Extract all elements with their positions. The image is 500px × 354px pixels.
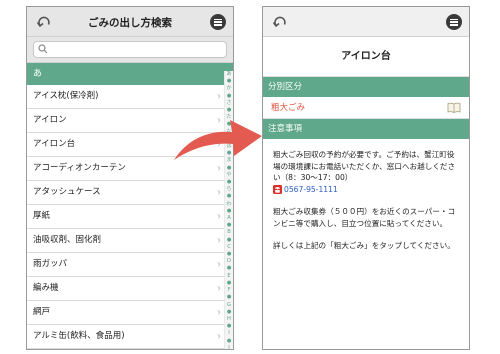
index-dot[interactable]: ●: [225, 93, 233, 100]
chevron-right-icon: ›: [217, 187, 221, 198]
list-item-label: 雨ガッパ: [33, 259, 68, 269]
list-item-label: 油吸収剤、固化剤: [33, 235, 102, 245]
chevron-right-icon: ›: [217, 259, 221, 270]
index-dot[interactable]: ●: [225, 309, 233, 316]
arrow-right-icon: [174, 120, 262, 160]
detail-screen: アイロン台 分別区分 粗大ごみ 注意事項 粗大ごみ回収の予約が必要です。ご予約は…: [262, 6, 470, 350]
category-link[interactable]: 粗大ごみ: [271, 103, 305, 113]
index-letter[interactable]: G: [225, 302, 233, 309]
list-item-label: 厚紙: [33, 211, 51, 221]
index-dot[interactable]: ●: [225, 251, 233, 258]
search-bar: [27, 37, 233, 63]
index-dot[interactable]: ●: [225, 165, 233, 172]
chevron-right-icon: ›: [217, 235, 221, 246]
list-item[interactable]: 厚紙 ›: [27, 205, 233, 229]
category-row[interactable]: 粗大ごみ: [263, 97, 469, 119]
menu-icon[interactable]: [210, 14, 226, 30]
index-dot[interactable]: ●: [225, 237, 233, 244]
phone-number-link[interactable]: 0567-95-1111: [284, 184, 338, 196]
top-bar: ごみの出し方検索: [27, 7, 233, 37]
search-input[interactable]: [50, 43, 222, 56]
search-screen: ごみの出し方検索 あ アイス枕(保冷剤) › アイロン › アイロン台 › アコーディ…: [26, 6, 234, 350]
search-icon: [38, 44, 48, 54]
index-dot[interactable]: ●: [225, 294, 233, 301]
top-bar: [263, 7, 469, 37]
list-item[interactable]: アイス枕(保冷剤) ›: [27, 85, 233, 109]
index-letter[interactable]: わ: [225, 201, 233, 208]
index-dot[interactable]: ●: [225, 193, 233, 200]
index-dot[interactable]: ●: [225, 338, 233, 345]
book-icon: [447, 102, 461, 113]
chevron-right-icon: ›: [217, 307, 221, 318]
index-letter[interactable]: I: [225, 330, 233, 337]
index-dot[interactable]: ●: [225, 323, 233, 330]
index-letter[interactable]: A: [225, 215, 233, 222]
notes-header: 注意事項: [263, 119, 469, 139]
list-item[interactable]: 雨ガッパ ›: [27, 253, 233, 277]
chevron-right-icon: ›: [217, 91, 221, 102]
phone-icon: [273, 184, 282, 194]
index-letter[interactable]: か: [225, 85, 233, 92]
index-dot[interactable]: ●: [225, 265, 233, 272]
index-letter[interactable]: H: [225, 316, 233, 323]
list-item-label: アタッシュケース: [33, 187, 101, 197]
note-details: 詳しくは上記の「粗大ごみ」をタップしてください。: [273, 241, 455, 250]
chevron-right-icon: ›: [217, 283, 221, 294]
list-item-label: アイス枕(保冷剤): [33, 91, 99, 101]
list-item[interactable]: 網戸 ›: [27, 301, 233, 325]
phone-line[interactable]: 0567-95-1111: [273, 184, 461, 196]
page-title: ごみの出し方検索: [88, 17, 172, 29]
note-reservation: 粗大ごみ回収の予約が必要です。ご予約は、蟹江町役場の環境課にお電話いただくか、窓…: [273, 149, 461, 195]
list-item[interactable]: 編み機 ›: [27, 277, 233, 301]
index-letter[interactable]: F: [225, 287, 233, 294]
search-field[interactable]: [33, 41, 227, 58]
list-item[interactable]: アルミ缶(飲料、食品用) ›: [27, 325, 233, 349]
index-letter[interactable]: C: [225, 244, 233, 251]
list-item[interactable]: 油吸収剤、固化剤 ›: [27, 229, 233, 253]
back-icon[interactable]: [271, 13, 289, 31]
list-item-label: アイロン: [33, 115, 67, 125]
list-item-label: アルミ缶(飲料、食品用): [33, 331, 125, 341]
index-letter[interactable]: や: [225, 172, 233, 179]
index-dot[interactable]: ●: [225, 222, 233, 229]
list-item-label: 編み機: [33, 283, 59, 293]
index-letter[interactable]: J: [225, 345, 233, 349]
chevron-right-icon: ›: [217, 331, 221, 342]
list-item-label: アコーディオンカーテン: [33, 163, 126, 173]
list-item-label: 網戸: [33, 307, 51, 317]
index-letter[interactable]: ら: [225, 186, 233, 193]
note-ticket: 粗大ごみ収集券（５００円）をお近くのスーパー・コンビニ等で購入し、目立つ位置に貼…: [273, 207, 456, 228]
index-letter[interactable]: E: [225, 273, 233, 280]
list-item-label: アイロン台: [33, 139, 76, 149]
index-letter[interactable]: B: [225, 229, 233, 236]
item-title: アイロン台: [263, 37, 469, 77]
index-letter[interactable]: さ: [225, 100, 233, 107]
index-letter[interactable]: あ: [225, 71, 233, 78]
section-header: あ: [27, 63, 233, 85]
index-dot[interactable]: ●: [225, 280, 233, 287]
menu-icon[interactable]: [446, 14, 462, 30]
list-item[interactable]: アタッシュケース ›: [27, 181, 233, 205]
notes-body: 粗大ごみ回収の予約が必要です。ご予約は、蟹江町役場の環境課にお電話いただくか、窓…: [263, 139, 469, 252]
index-letter[interactable]: D: [225, 258, 233, 265]
index-dot[interactable]: ●: [225, 208, 233, 215]
category-header: 分別区分: [263, 77, 469, 97]
chevron-right-icon: ›: [217, 211, 221, 222]
